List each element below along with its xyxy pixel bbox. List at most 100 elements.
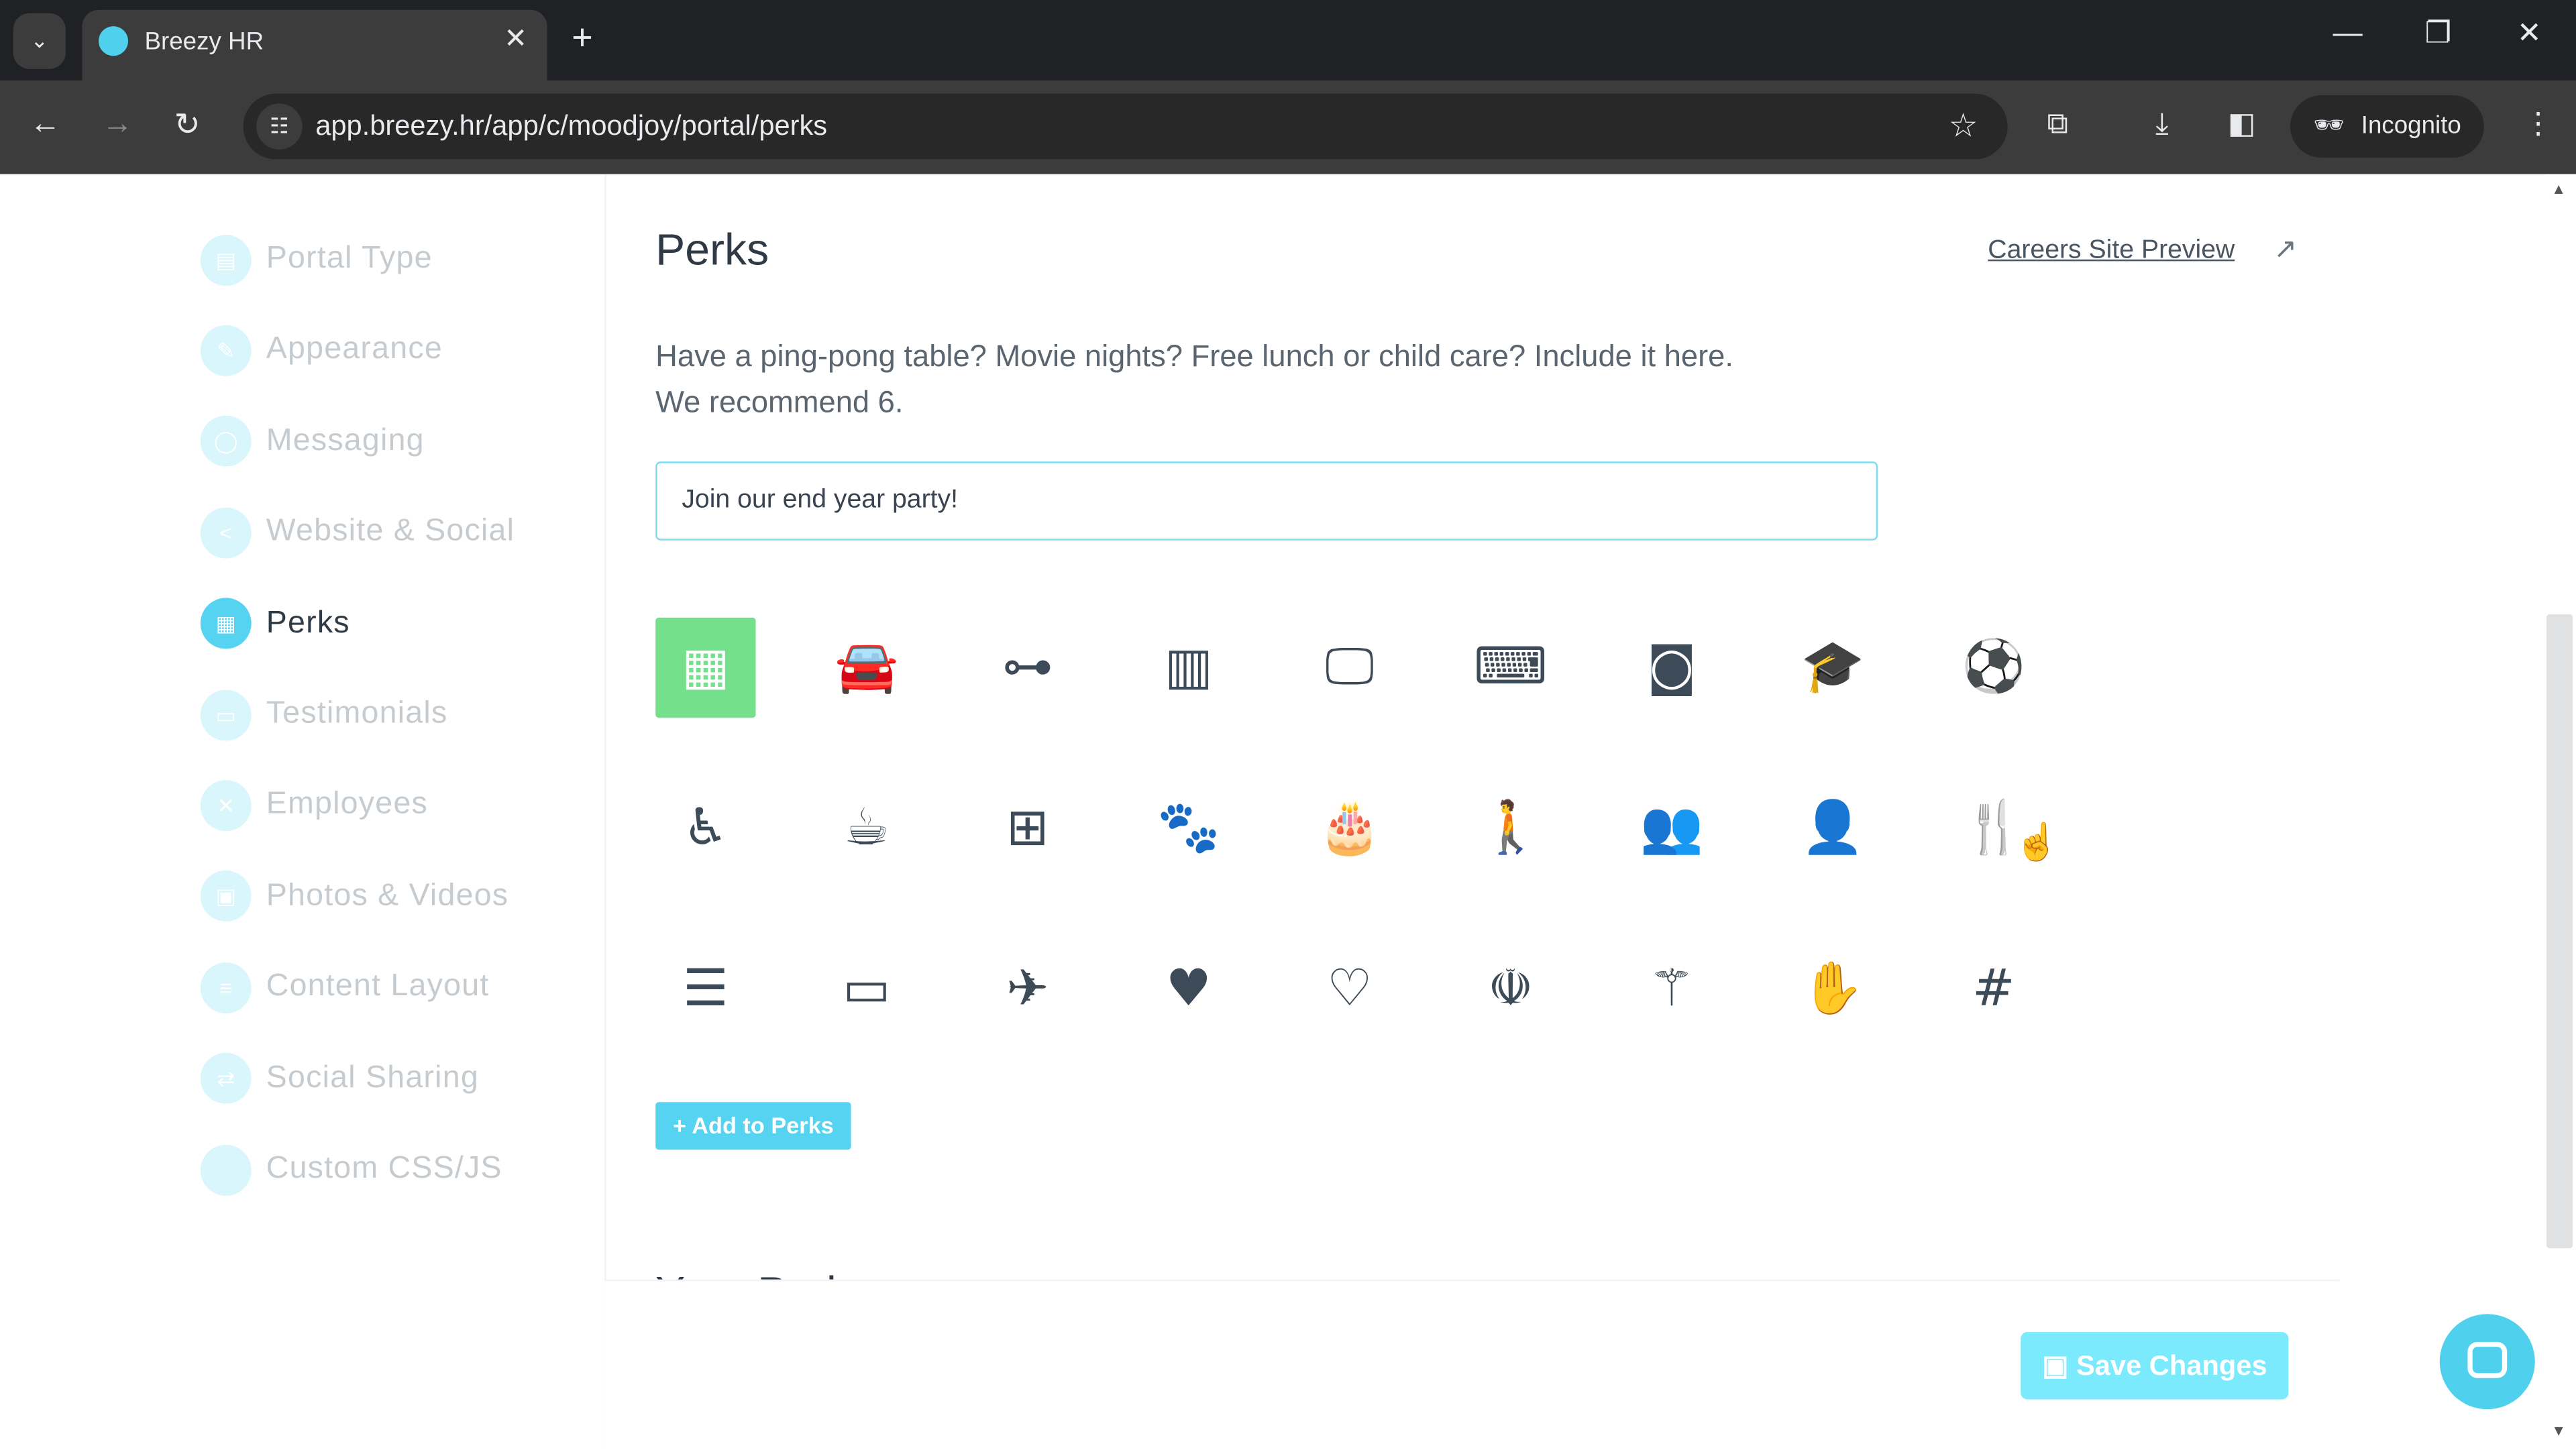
bar-chart-icon[interactable]: ☰	[655, 940, 755, 1040]
graduation-cap-icon[interactable]: 🎓	[1782, 618, 1882, 718]
perks-panel: Perks Careers Site Preview ↗ Have a ping…	[604, 174, 2340, 1450]
close-window-icon[interactable]: ✕	[2517, 16, 2542, 50]
birthday-cake-icon[interactable]: 🎂	[1299, 779, 1399, 879]
restore-icon[interactable]: ❐	[2425, 16, 2452, 50]
download-icon[interactable]: ⤓	[2155, 107, 2169, 141]
description-recommendation: We recommend 6.	[655, 384, 904, 419]
sidebar-item-label: Custom CSS/JS	[266, 1151, 502, 1186]
extensions-icon[interactable]: ⧉	[2047, 107, 2068, 141]
soccer-ball-icon[interactable]: ⚽	[1943, 618, 2043, 718]
close-tab-icon[interactable]: ✕	[504, 23, 527, 56]
heartbeat-icon[interactable]: ♡	[1299, 940, 1399, 1040]
add-to-perks-button[interactable]: + Add to Perks	[655, 1102, 851, 1150]
side-panel-icon[interactable]: ◧	[2228, 107, 2256, 141]
sidebar-item-label: Perks	[266, 605, 350, 640]
car-icon[interactable]: 🚘	[816, 618, 916, 718]
sidebar-item-perks[interactable]: ▦ Perks	[200, 597, 350, 649]
scrollbar-thumb[interactable]	[2546, 614, 2573, 1249]
save-changes-button[interactable]: ▣ Save Changes	[2021, 1332, 2289, 1400]
chat-launcher-button[interactable]	[2439, 1314, 2535, 1410]
share-icon: <	[200, 506, 252, 558]
sidebar-item-social-sharing[interactable]: ⇄ Social Sharing	[200, 1052, 479, 1105]
mouse-cursor-icon: ☝	[2014, 821, 2059, 862]
save-label: Save Changes	[2076, 1350, 2267, 1382]
comments-icon: ▭	[200, 689, 252, 740]
sidebar-item-employees[interactable]: ✕ Employees	[200, 779, 428, 832]
minimize-icon[interactable]: —	[2333, 16, 2363, 50]
sidebar-item-appearance[interactable]: ✎ Appearance	[200, 324, 443, 376]
site-settings-icon[interactable]: ☷	[256, 103, 303, 150]
sidebar-item-photos-videos[interactable]: ▣ Photos & Videos	[200, 870, 509, 922]
wheelchair-icon[interactable]: ♿	[655, 779, 755, 879]
description-line: Have a ping-pong table? Movie nights? Fr…	[655, 338, 1733, 373]
sidebar-item-portal-type[interactable]: ▤ Portal Type	[200, 233, 433, 286]
code-icon	[200, 1144, 252, 1195]
gift-icon[interactable]: ▦	[655, 617, 756, 718]
rebel-icon[interactable]: ☫	[1460, 940, 1560, 1040]
laptop-icon[interactable]: ⌨	[1460, 618, 1560, 718]
ticket-icon[interactable]: ▭	[816, 940, 916, 1040]
desktop-icon[interactable]: 🖵	[1299, 618, 1399, 718]
external-link-icon[interactable]: ↗	[2273, 233, 2297, 266]
forward-icon[interactable]: →	[102, 107, 133, 143]
tab-title: Breezy HR	[144, 27, 264, 56]
browser-tabbar: ⌄ Breezy HR ✕ + — ❐ ✕	[0, 0, 2576, 81]
page-title: Perks	[655, 225, 769, 274]
incognito-icon: 🕶	[2313, 111, 2345, 140]
gift-icon: ▦	[200, 598, 252, 649]
slack-icon[interactable]: #	[1943, 940, 2043, 1040]
incognito-label: Incognito	[2361, 111, 2461, 140]
retweet-icon: ⇄	[200, 1053, 252, 1104]
sidebar-item-messaging[interactable]: ◯ Messaging	[200, 415, 425, 467]
table-icon: ▤	[200, 233, 252, 285]
image-icon: ▣	[200, 871, 252, 922]
gamepad-icon[interactable]: ⊶	[977, 618, 1077, 718]
pied-piper-icon[interactable]: ⚚	[1621, 940, 1721, 1040]
sidebar-item-label: Photos & Videos	[266, 878, 509, 913]
child-icon[interactable]: 🚶	[1460, 779, 1560, 879]
sidebar-item-label: Appearance	[266, 332, 443, 368]
sidebar-item-website-social[interactable]: < Website & Social	[200, 506, 515, 559]
scroll-up-icon[interactable]: ▲	[2551, 180, 2566, 197]
url-text[interactable]: app.breezy.hr/app/c/moodjoy/portal/perks	[315, 110, 827, 143]
user-icon[interactable]: 👤	[1782, 779, 1882, 879]
sidebar-item-label: Social Sharing	[266, 1060, 479, 1095]
comment-icon: ◯	[200, 416, 252, 467]
medkit-icon[interactable]: ⊞	[977, 779, 1077, 879]
perks-description: Have a ping-pong table? Movie nights? Fr…	[655, 333, 1904, 425]
page-scrollbar[interactable]: ▲ ▼	[2544, 174, 2576, 1449]
bookmark-star-icon[interactable]: ☆	[1949, 105, 1978, 146]
sidebar-item-label: Content Layout	[266, 969, 490, 1004]
users-icon[interactable]: 👥	[1621, 779, 1721, 879]
browser-tab[interactable]: Breezy HR ✕	[82, 9, 547, 81]
menu-kebab-icon[interactable]: ⋮	[2524, 107, 2553, 141]
chat-icon	[2467, 1341, 2508, 1378]
sidebar-item-custom-css-js[interactable]: Custom CSS/JS	[200, 1144, 502, 1196]
hand-spock-icon[interactable]: ✋	[1782, 940, 1882, 1040]
scroll-down-icon[interactable]: ▼	[2551, 1423, 2566, 1439]
heart-icon[interactable]: ♥	[1138, 940, 1238, 1040]
new-tab-icon[interactable]: +	[572, 16, 592, 59]
paw-icon[interactable]: 🐾	[1138, 779, 1238, 879]
reload-icon[interactable]: ↻	[174, 107, 201, 144]
sidebar-item-content-layout[interactable]: ≡ Content Layout	[200, 961, 490, 1013]
perk-text-input[interactable]: Join our end year party!	[655, 461, 1878, 541]
film-icon[interactable]: ▥	[1138, 618, 1238, 718]
careers-site-preview-link[interactable]: Careers Site Preview	[1988, 237, 2235, 266]
money-icon[interactable]: ◙	[1621, 618, 1721, 718]
sidebar-item-label: Messaging	[266, 423, 425, 458]
address-bar[interactable]: ☷ app.breezy.hr/app/c/moodjoy/portal/per…	[243, 93, 2008, 160]
back-icon[interactable]: ←	[30, 107, 61, 143]
coffee-icon[interactable]: ☕	[816, 779, 916, 879]
tab-search-button[interactable]: ⌄	[13, 13, 66, 69]
portal-settings-sidebar: ▤ Portal Type ✎ Appearance ◯ Messaging < Websit…	[0, 174, 606, 1449]
save-icon: ▣	[2042, 1350, 2077, 1382]
sidebar-item-label: Website & Social	[266, 514, 515, 549]
save-footer: ▣ Save Changes	[604, 1279, 2340, 1450]
plane-icon[interactable]: ✈	[977, 940, 1077, 1040]
sidebar-item-testimonials[interactable]: ▭ Testimonials	[200, 688, 448, 740]
users-icon: ✕	[200, 780, 252, 831]
incognito-badge[interactable]: 🕶 Incognito	[2290, 95, 2484, 158]
sidebar-item-label: Testimonials	[266, 696, 448, 731]
sidebar-item-label: Portal Type	[266, 241, 433, 276]
